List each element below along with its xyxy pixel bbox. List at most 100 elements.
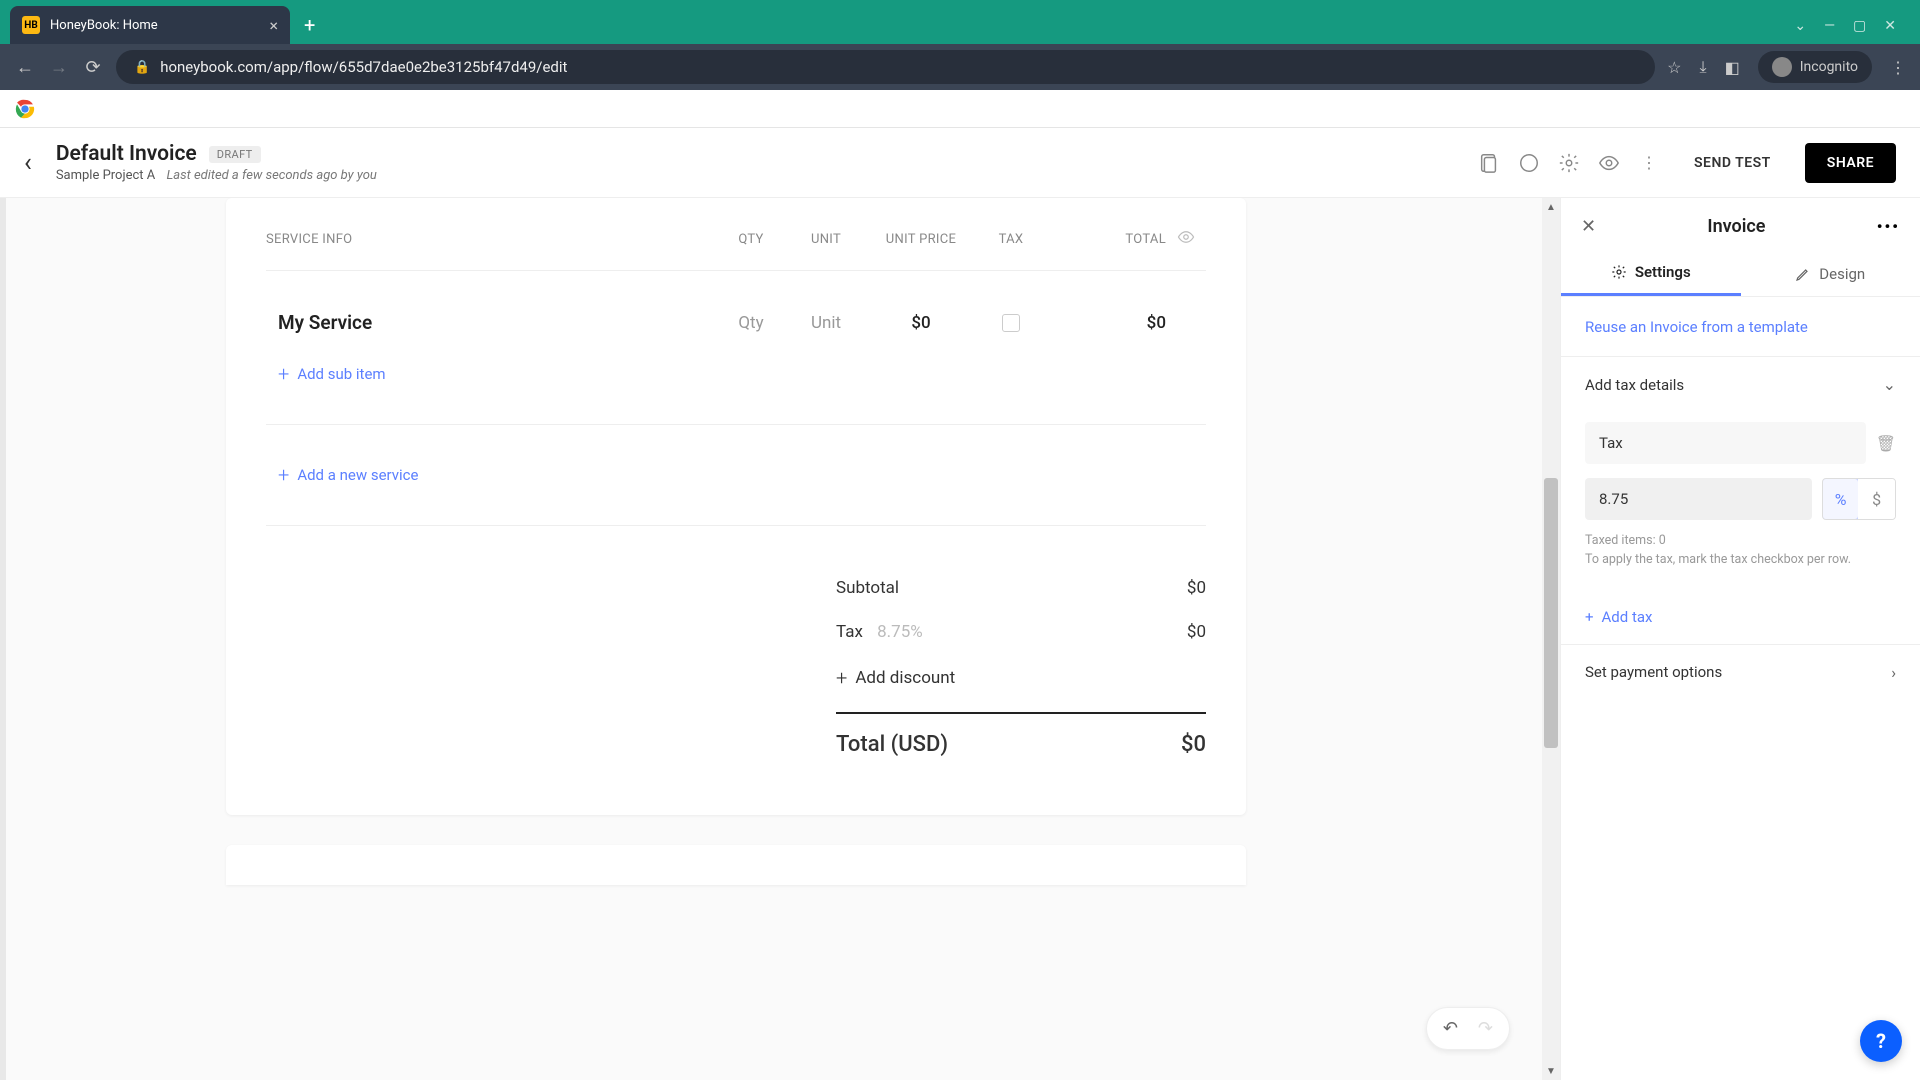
col-header-price: UNIT PRICE [866, 232, 976, 247]
url-bar[interactable]: 🔒 honeybook.com/app/flow/655d7dae0e2be31… [116, 50, 1655, 84]
unit-dollar-button[interactable]: $ [1858, 479, 1895, 519]
tab-settings[interactable]: Settings [1561, 251, 1741, 296]
trash-icon[interactable]: 🗑 [1876, 434, 1896, 453]
tax-value-input[interactable] [1585, 478, 1812, 520]
tax-unit-toggle: % $ [1822, 478, 1896, 520]
side-panel: ✕ Invoice ••• Settings Design Reuse an I… [1560, 198, 1920, 1080]
tax-edit-block: 🗑 % $ Taxed items: 0 To apply the tax, m… [1561, 412, 1920, 590]
scroll-up-arrow-icon[interactable]: ▲ [1542, 198, 1560, 216]
send-test-button[interactable]: SEND TEST [1678, 145, 1787, 181]
unit-percent-button[interactable]: % [1822, 478, 1859, 520]
invoice-card: SERVICE INFO QTY UNIT UNIT PRICE TAX TOT… [226, 198, 1246, 815]
browser-tab[interactable]: HB HoneyBook: Home × [10, 6, 290, 44]
add-discount-button[interactable]: + Add discount [836, 654, 1206, 702]
col-header-total: TOTAL [1046, 232, 1166, 247]
panel-close-icon[interactable]: ✕ [1581, 216, 1596, 237]
share-button[interactable]: SHARE [1805, 143, 1896, 183]
window-controls: ⌄ — ▢ ✕ [1780, 18, 1910, 44]
undo-icon[interactable]: ↶ [1443, 1018, 1458, 1039]
plus-icon: + [836, 666, 847, 690]
service-line-item[interactable]: My Service Qty Unit $0 $0 [266, 271, 1206, 354]
panel-tabs: Settings Design [1561, 251, 1920, 297]
panel-title: Invoice [1596, 216, 1877, 237]
browser-menu-icon[interactable]: ⋮ [1890, 58, 1906, 77]
plus-icon: + [278, 362, 289, 386]
bookmark-google-icon[interactable] [14, 98, 36, 120]
sidepanel-icon[interactable]: ◧ [1725, 58, 1740, 77]
window-maximize-icon[interactable]: ▢ [1853, 18, 1866, 34]
add-tax-button[interactable]: + Add tax [1561, 590, 1920, 644]
plus-icon: + [1585, 608, 1594, 626]
preview-eye-icon[interactable] [1598, 152, 1620, 174]
chevron-down-icon[interactable]: ⌄ [1794, 18, 1806, 34]
bookmark-star-icon[interactable]: ☆ [1667, 58, 1681, 77]
browser-toolbar: ← → ⟳ 🔒 honeybook.com/app/flow/655d7dae0… [0, 44, 1920, 90]
col-header-unit: UNIT [786, 232, 866, 247]
subtotal-row: Subtotal $0 [836, 566, 1206, 610]
payment-options-row[interactable]: Set payment options › [1561, 645, 1920, 700]
plus-icon: + [278, 463, 289, 487]
tax-name-input[interactable] [1585, 422, 1866, 464]
chevron-right-icon: › [1891, 663, 1896, 682]
divider [266, 525, 1206, 526]
grand-total-row: Total (USD) $0 [836, 714, 1206, 775]
tab-title: HoneyBook: Home [50, 18, 259, 33]
add-sub-item-button[interactable]: + Add sub item [266, 354, 1206, 394]
add-new-service-button[interactable]: + Add a new service [266, 455, 1206, 495]
more-menu-icon[interactable]: ⋮ [1638, 152, 1660, 174]
invoice-columns-header: SERVICE INFO QTY UNIT UNIT PRICE TAX TOT… [266, 218, 1206, 271]
tax-row: Tax 8.75% $0 [836, 610, 1206, 654]
new-tab-button[interactable]: + [290, 6, 329, 44]
settings-gear-icon[interactable] [1558, 152, 1580, 174]
next-card-peek [226, 845, 1246, 885]
theme-icon[interactable] [1518, 152, 1540, 174]
browser-tab-strip: HB HoneyBook: Home × + ⌄ — ▢ ✕ [0, 0, 1920, 44]
window-minimize-icon[interactable]: — [1824, 18, 1835, 34]
pencil-icon [1795, 266, 1811, 282]
chevron-down-icon: ⌄ [1883, 375, 1896, 394]
vertical-scrollbar[interactable]: ▲ ▼ [1542, 198, 1560, 1080]
totals-block: Subtotal $0 Tax 8.75% $0 + Add discount [836, 566, 1206, 775]
downloads-icon[interactable]: ⤓ [1700, 57, 1707, 77]
incognito-badge[interactable]: Incognito [1758, 51, 1872, 83]
tax-hint-text: Taxed items: 0 To apply the tax, mark th… [1585, 532, 1896, 570]
scroll-down-arrow-icon[interactable]: ▼ [1542, 1062, 1560, 1080]
divider [266, 424, 1206, 425]
app-header: ‹ Default Invoice DRAFT Sample Project A… [0, 128, 1920, 198]
visibility-eye-icon[interactable] [1166, 228, 1206, 250]
help-bubble-button[interactable]: ? [1860, 1020, 1902, 1062]
tax-details-expander[interactable]: Add tax details ⌄ [1561, 357, 1920, 412]
tab-favicon: HB [22, 16, 40, 34]
back-arrow-icon[interactable]: ‹ [24, 148, 32, 178]
project-name: Sample Project A [56, 168, 155, 183]
scrollbar-thumb[interactable] [1544, 478, 1558, 748]
service-tax-checkbox[interactable] [1002, 314, 1020, 332]
url-text: honeybook.com/app/flow/655d7dae0e2be3125… [160, 58, 567, 76]
tab-design[interactable]: Design [1741, 251, 1920, 296]
service-unit[interactable]: Unit [786, 313, 866, 333]
undo-redo-toolbar: ↶ ↷ [1426, 1007, 1510, 1050]
canvas-area: SERVICE INFO QTY UNIT UNIT PRICE TAX TOT… [0, 198, 1560, 1080]
col-header-qty: QTY [716, 232, 786, 247]
service-name[interactable]: My Service [266, 311, 716, 334]
service-qty[interactable]: Qty [716, 313, 786, 333]
bookmarks-bar [0, 90, 1920, 128]
last-edited-text: Last edited a few seconds ago by you [166, 168, 376, 183]
panel-more-icon[interactable]: ••• [1877, 217, 1900, 236]
col-header-tax: TAX [976, 232, 1046, 247]
templates-icon[interactable] [1478, 152, 1500, 174]
incognito-icon [1772, 57, 1792, 77]
window-close-icon[interactable]: ✕ [1884, 18, 1896, 34]
workspace: SERVICE INFO QTY UNIT UNIT PRICE TAX TOT… [0, 198, 1920, 1080]
redo-icon[interactable]: ↷ [1478, 1018, 1493, 1039]
tax-percent-label: 8.75% [877, 622, 923, 642]
draft-badge: DRAFT [209, 146, 261, 163]
nav-reload-icon[interactable]: ⟳ [82, 57, 104, 78]
nav-forward-icon[interactable]: → [48, 57, 70, 78]
tab-close-icon[interactable]: × [269, 16, 278, 35]
nav-back-icon[interactable]: ← [14, 57, 36, 78]
col-header-service: SERVICE INFO [266, 232, 716, 247]
service-price[interactable]: $0 [866, 313, 976, 333]
document-title: Default Invoice [56, 142, 197, 166]
reuse-template-link[interactable]: Reuse an Invoice from a template [1585, 318, 1808, 336]
